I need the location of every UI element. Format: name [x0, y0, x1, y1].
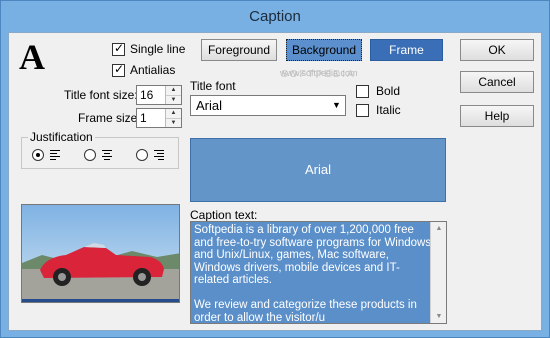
caption-preview: Arial [190, 138, 446, 202]
justification-label: Justification [28, 130, 95, 144]
scroll-up-icon[interactable]: ▲ [431, 225, 447, 232]
single-line-checkbox[interactable] [112, 41, 125, 56]
title-font-size-value: 16 [140, 88, 154, 102]
justify-right-radio[interactable] [136, 149, 148, 161]
bold-checkbox[interactable] [356, 85, 369, 98]
watermark-url: www.softpedia.com [280, 68, 358, 78]
frame-color-button[interactable]: Frame [370, 39, 443, 61]
bold-label: Bold [376, 84, 401, 98]
spin-up-icon[interactable]: ▲ [166, 109, 181, 118]
align-left-icon [50, 150, 60, 160]
help-button[interactable]: Help [460, 105, 534, 127]
italic-label: Italic [376, 103, 401, 117]
spin-down-icon[interactable]: ▼ [166, 95, 181, 104]
ok-button[interactable]: OK [460, 39, 534, 61]
caption-textarea[interactable]: Softpedia is a library of over 1,200,000… [190, 221, 447, 324]
car-photo-thumbnail [21, 204, 180, 303]
dialog-client: A Single line Antialias Title font size:… [8, 32, 542, 331]
justification-group: Justification [21, 130, 179, 169]
window-title: Caption [249, 8, 301, 25]
title-font-size-label: Title font size: [64, 88, 138, 102]
dropdown-arrow-icon[interactable]: ▼ [329, 97, 344, 114]
justify-center-radio[interactable] [84, 149, 96, 161]
single-line-label: Single line [130, 42, 186, 56]
title-font-size-spinner[interactable]: 16 ▲ ▼ [136, 85, 182, 105]
caption-dialog: Caption A Single line Antialias Title fo… [0, 0, 550, 338]
title-font-value: Arial [196, 98, 223, 113]
frame-size-label: Frame size: [78, 111, 141, 125]
italic-checkbox[interactable] [356, 104, 369, 117]
align-right-icon [154, 150, 164, 160]
font-sample-icon: A [19, 37, 45, 77]
caption-text: Softpedia is a library of over 1,200,000… [194, 224, 432, 324]
cancel-button[interactable]: Cancel [460, 71, 534, 93]
title-font-combo[interactable]: Arial ▼ [190, 95, 346, 116]
antialias-label: Antialias [130, 63, 176, 77]
align-center-icon [102, 150, 112, 160]
caption-scrollbar[interactable]: ▲ ▼ [430, 222, 446, 323]
spin-up-icon[interactable]: ▲ [166, 86, 181, 95]
frame-size-spinner[interactable]: 1 ▲ ▼ [136, 108, 182, 128]
antialias-checkbox[interactable] [112, 62, 125, 77]
frame-size-value: 1 [140, 111, 147, 125]
justify-left-radio[interactable] [32, 149, 44, 161]
scroll-down-icon[interactable]: ▼ [431, 313, 447, 320]
spin-down-icon[interactable]: ▼ [166, 118, 181, 127]
foreground-button[interactable]: Foreground [201, 39, 277, 61]
caption-text-label: Caption text: [190, 208, 258, 222]
title-font-label: Title font [190, 79, 236, 93]
background-button[interactable]: Background [286, 39, 362, 61]
